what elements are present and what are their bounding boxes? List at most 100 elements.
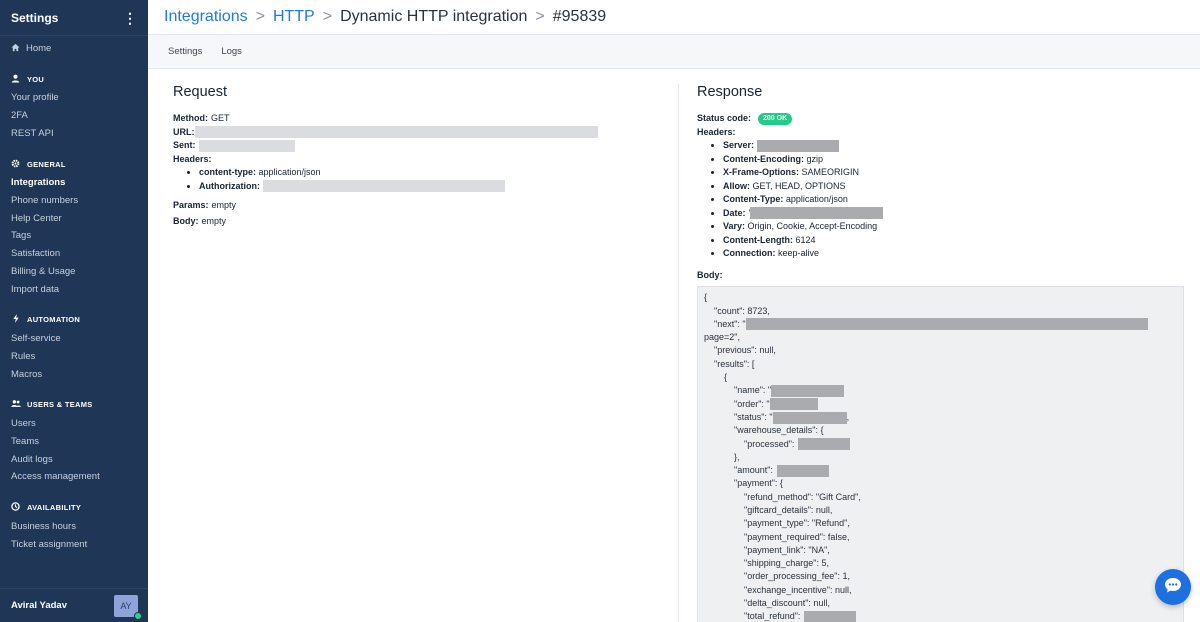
header-key: Content-Type: [723,194,784,205]
json-line: "previous": null, [714,345,776,356]
request-headers-label-row: Headers: [173,153,653,167]
sidebar-item-your-profile[interactable]: Your profile [0,89,148,107]
sidebar-item-ticket-assignment[interactable]: Ticket assignment [0,535,148,553]
sidebar-item-home[interactable]: Home [0,39,148,57]
clock-icon [11,502,20,513]
body-label: Body: [173,215,199,226]
sidebar-item-billing-usage[interactable]: Billing & Usage [0,263,148,281]
list-item: Authorization: [199,180,653,194]
header-value: SAMEORIGIN [801,167,860,178]
sidebar-item-help-center[interactable]: Help Center [0,209,148,227]
sidebar-section-title: AUTOMATION [27,315,81,325]
redacted-server [757,139,840,152]
redacted-sent-time [198,139,295,152]
json-line: "payment_required": false, [744,531,850,542]
sidebar-item-integrations[interactable]: Integrations [0,174,148,192]
sidebar-item-phone-numbers[interactable]: Phone numbers [0,192,148,210]
sidebar-item-business-hours[interactable]: Business hours [0,518,148,536]
request-title: Request [173,84,228,100]
list-item: Content-Encoding: gzip [723,153,1187,167]
gear-icon [11,159,20,170]
json-line: { [724,372,728,383]
response-body-json[interactable]: { "count": 8723, "next": " page=2", "pre… [697,286,1184,622]
sidebar-section-title: GENERAL [27,159,66,169]
header-value: 6124 [795,234,816,245]
sidebar-item-users[interactable]: Users [0,415,148,433]
url-label: URL: [173,126,195,137]
json-line: "warehouse_details": { [734,425,824,436]
request-sent: Sent: [173,139,653,153]
sidebar-item-teams[interactable]: Teams [0,433,148,451]
sidebar-section-availability: AVAILABILITY [0,500,148,516]
header-key: Server: [723,140,755,150]
json-text: , [846,411,850,422]
tab-logs[interactable]: Logs [221,46,242,57]
header-value: keep-alive [778,248,820,259]
request-panel: Request Method: GET URL: Sent: Headers: … [173,84,653,228]
json-line: "order_processing_fee": 1, [744,571,850,582]
response-headers-label-row: Headers: [697,126,1187,140]
redacted-url [194,126,598,139]
sidebar-item-access-management[interactable]: Access management [0,468,148,486]
json-text: "total_refund": [744,611,801,622]
sidebar-item-tags[interactable]: Tags [0,227,148,245]
redacted-total-refund [804,611,857,622]
json-text: "name": " [734,385,772,396]
header-value: application/json [258,167,321,177]
body-value: empty [201,215,227,226]
sidebar-item-rest-api[interactable]: REST API [0,124,148,142]
sidebar-item-self-service[interactable]: Self-service [0,330,148,348]
sidebar-section-users-teams: USERS & TEAMS [0,397,148,413]
chat-button[interactable] [1155,569,1191,605]
json-line: "refund_method": "Gift Card", [744,491,861,502]
bolt-icon [11,314,20,325]
sidebar-item-2fa[interactable]: 2FA [0,107,148,125]
json-line: "exchange_incentive": null, [744,584,852,595]
redacted-processed [798,438,851,451]
header-value: GET, HEAD, OPTIONS [752,180,846,191]
users-icon [11,399,21,410]
response-panel: Response Status code: 200 OK Headers: Se… [697,84,1187,622]
breadcrumb-http[interactable]: HTTP [273,8,315,26]
sent-label: Sent: [173,140,196,150]
json-text: "status": " [734,411,773,422]
sidebar-item-macros[interactable]: Macros [0,365,148,383]
sidebar-item-audit-logs[interactable]: Audit logs [0,450,148,468]
list-item: X-Frame-Options: SAMEORIGIN [723,166,1187,180]
more-options-icon[interactable]: ⋮ [123,11,137,25]
breadcrumb-integration-name: Dynamic HTTP integration [340,8,528,25]
json-line: "results": [ [714,358,755,369]
sidebar-user[interactable]: Aviral Yadav AY [0,588,148,622]
breadcrumb-event-id: #95839 [552,8,607,25]
headers-label: Headers: [173,153,212,164]
header-key: Content-Encoding: [723,153,804,164]
request-body: Body: empty [173,215,653,229]
sidebar: Settings ⋮ Home YOU Your profile 2FA RES… [0,0,148,622]
breadcrumb-integrations[interactable]: Integrations [164,8,248,26]
tab-settings[interactable]: Settings [168,46,202,57]
list-item: Vary: Origin, Cookie, Accept-Encoding [723,220,1187,234]
sidebar-section-title: AVAILABILITY [27,503,82,513]
header-key: Content-Length: [723,234,793,245]
sidebar-item-rules[interactable]: Rules [0,348,148,366]
response-body-label-row: Body: [697,269,1187,283]
sidebar-item-satisfaction[interactable]: Satisfaction [0,245,148,263]
sidebar-section-title: USERS & TEAMS [27,400,93,410]
redacted-amount [776,464,829,477]
list-item: Connection: keep-alive [723,247,1187,261]
redacted-next-url [745,318,1148,331]
request-method: Method: GET [173,112,653,126]
method-label: Method: [173,113,208,123]
json-line: }, [734,451,740,462]
avatar[interactable]: AY [114,594,142,620]
tab-bar: Settings Logs [148,35,1200,69]
json-line: "processed": [704,438,1177,451]
json-line: "name": " [704,384,1177,397]
sidebar-item-import-data[interactable]: Import data [0,280,148,298]
body-label: Body: [697,269,723,280]
sidebar-header: Settings ⋮ [0,0,148,36]
json-text: "amount": [734,465,773,476]
column-divider [678,84,679,622]
redacted-name [771,384,845,397]
home-icon [11,43,20,54]
